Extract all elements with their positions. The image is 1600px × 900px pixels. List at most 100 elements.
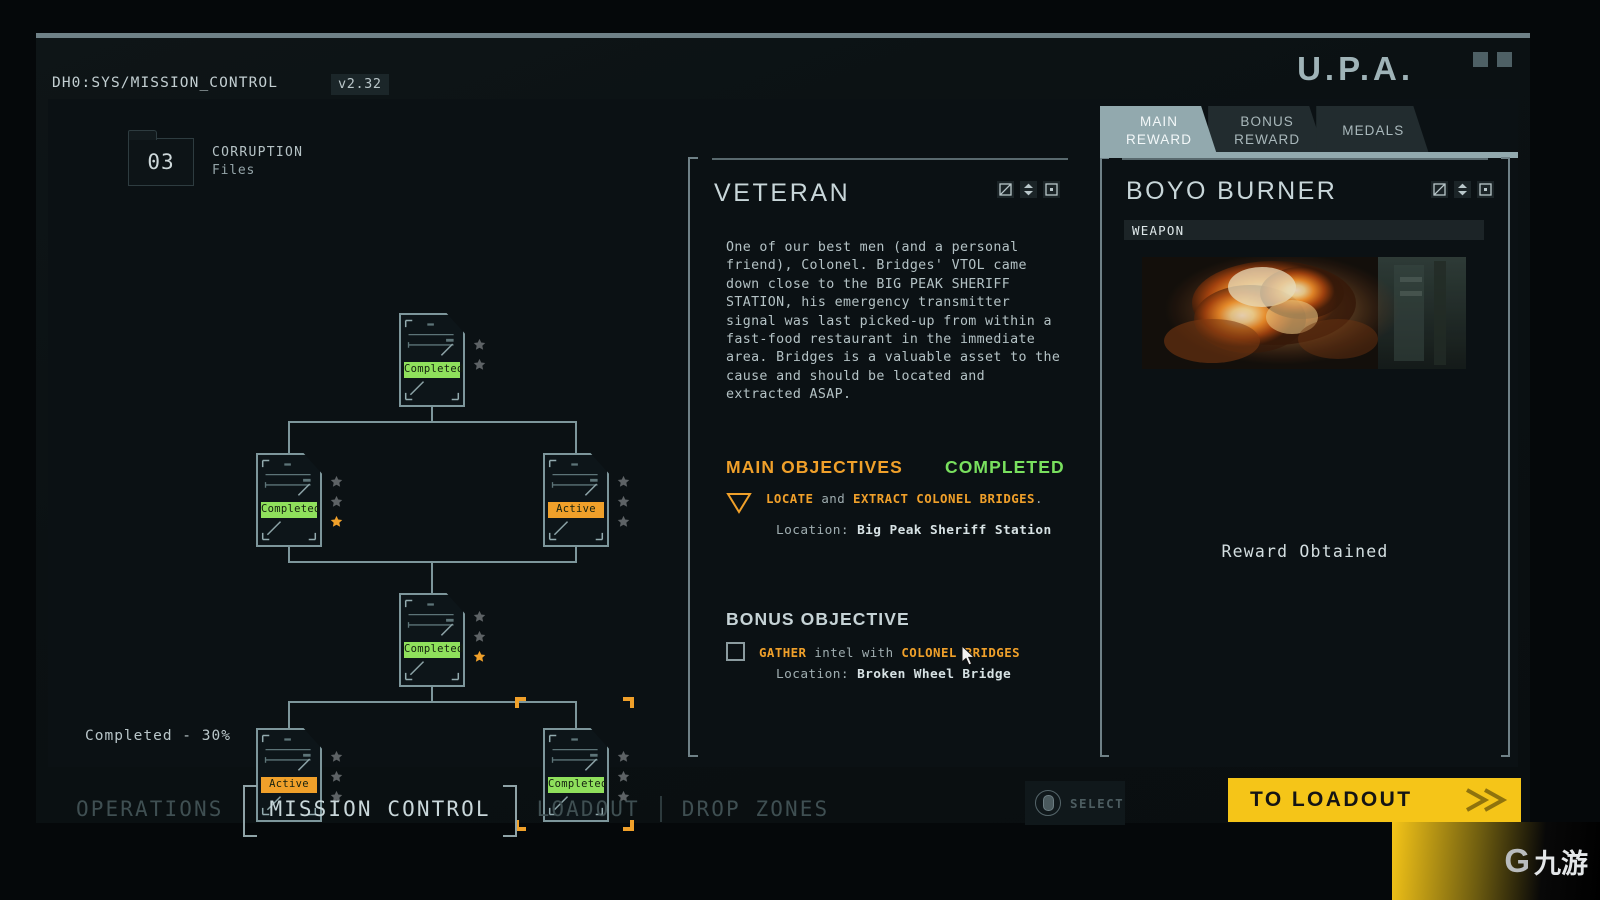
main-objective-location: Location: Big Peak Sheriff Station: [726, 523, 1071, 538]
node-star-rating-n1: [473, 338, 486, 371]
reward-bracket-right: [1501, 157, 1510, 757]
nav-item-drop-zones[interactable]: DROP ZONES: [662, 797, 849, 821]
expand-collapse-icon[interactable]: [1454, 181, 1471, 198]
node-detail-lines: [404, 599, 460, 681]
bonus-objective-block: BONUS OBJECTIVE GATHER intel with COLONE…: [726, 609, 1071, 682]
version-chip: v2.32: [331, 74, 389, 95]
node-star-rating-n2: [330, 475, 343, 528]
node-star-rating-n4: [473, 610, 486, 663]
mission-node-n3[interactable]: Active: [543, 453, 609, 547]
to-loadout-button[interactable]: TO LOADOUT: [1228, 778, 1521, 822]
tab-medals[interactable]: MEDALS: [1316, 106, 1430, 158]
tab-label-line1: BONUS: [1240, 114, 1294, 129]
node-detail-lines: [261, 459, 317, 541]
reward-panel: BOYO BURNER WEAPON Reward Obtained: [1100, 157, 1510, 757]
node-star-rating-n3: [617, 475, 630, 528]
star-icon: [617, 475, 630, 487]
no-signal-icon[interactable]: [1431, 181, 1448, 198]
node-detail-lines: [404, 319, 460, 401]
bonus-location-label: Location:: [776, 667, 849, 683]
node-status-badge: Completed: [404, 362, 463, 378]
nav-item-label: LOADOUT: [536, 797, 640, 821]
game-screen: DH0:SYS/MISSION_CONTROL v2.32 U.P.A. 03 …: [0, 0, 1600, 900]
checkbox-unchecked-icon[interactable]: [726, 642, 745, 661]
main-location-value: Big Peak Sheriff Station: [857, 523, 1052, 538]
nav-item-label: OPERATIONS: [76, 797, 224, 821]
reward-rule: [1122, 158, 1488, 160]
tab-label-line2: REWARD: [1126, 132, 1193, 148]
main-objectives-status: COMPLETED: [944, 457, 1065, 477]
expand-collapse-icon[interactable]: [1020, 181, 1037, 198]
star-icon: [473, 610, 486, 622]
dot-square-icon[interactable]: [1043, 181, 1060, 198]
tab-label-line2: REWARD: [1234, 132, 1301, 148]
upa-squares-icon: [1473, 52, 1512, 67]
star-icon: [330, 750, 343, 762]
mission-tree: 03 CORRUPTION Files Completed Completed Ac…: [60, 110, 680, 831]
briefing-body-text: One of our best men (and a personal frie…: [726, 240, 1061, 403]
bonus-objective-text: GATHER intel with COLONEL BRIDGES: [759, 643, 1020, 662]
select-hint-label: SELECT: [1070, 795, 1125, 811]
node-status-badge: Completed: [261, 502, 320, 518]
objective-text-part: LOCATE: [766, 491, 814, 506]
selection-corner-marker: [515, 693, 526, 708]
bottom-nav[interactable]: OPERATIONS MISSION CONTROL LOADOUT DROP ZON…: [56, 785, 849, 837]
nav-item-loadout[interactable]: LOADOUT: [517, 797, 660, 821]
main-objective-text: LOCATE and EXTRACT COLONEL BRIDGES.: [766, 489, 1043, 508]
briefing-panel: VETERAN One of our best men (and a perso…: [688, 157, 1070, 757]
reward-obtained-text: Reward Obtained: [1221, 542, 1389, 561]
objective-text-part: and: [813, 491, 854, 506]
dot-square-icon[interactable]: [1477, 181, 1494, 198]
tree-connectors: [288, 407, 577, 728]
star-icon: [330, 515, 343, 527]
mission-node-n4[interactable]: Completed: [399, 593, 465, 687]
watermark-text: 九游: [1534, 848, 1588, 880]
node-status-badge: Completed: [404, 642, 463, 658]
star-icon: [330, 495, 343, 507]
reward-title: BOYO BURNER: [1126, 177, 1338, 205]
tree-progress-label: Completed - 30%: [85, 728, 231, 744]
nav-item-operations[interactable]: OPERATIONS: [56, 797, 243, 821]
mouse-icon: [1035, 790, 1061, 816]
star-icon: [617, 515, 630, 527]
to-loadout-label: TO LOADOUT: [1250, 788, 1413, 811]
briefing-rule: [712, 158, 1068, 160]
bonus-location-value: Broken Wheel Bridge: [857, 667, 1012, 683]
objective-text-part: GATHER: [759, 645, 807, 660]
site-watermark: G 九游: [1392, 822, 1600, 900]
reward-tabs[interactable]: MAIN REWARD BONUS REWARD MEDALS: [1100, 106, 1420, 158]
system-path: DH0:SYS/MISSION_CONTROL: [52, 75, 279, 91]
nav-item-label: DROP ZONES: [681, 797, 830, 821]
star-icon: [473, 338, 486, 350]
bonus-objective-location: Location: Broken Wheel Bridge: [726, 667, 1071, 682]
selection-corner-marker: [623, 693, 634, 708]
tab-bonus-reward[interactable]: BONUS REWARD: [1208, 106, 1326, 158]
node-status-badge: Active: [548, 502, 604, 518]
select-hint[interactable]: SELECT: [1025, 781, 1125, 825]
star-icon: [473, 630, 486, 642]
watermark-mark: G: [1504, 842, 1530, 879]
tab-label-line1: MEDALS: [1342, 123, 1405, 138]
star-icon: [473, 358, 486, 370]
mission-node-n1[interactable]: Completed: [399, 313, 465, 407]
reward-bracket-left: [1100, 157, 1109, 757]
objective-text-part: .: [1034, 491, 1043, 506]
main-objectives-block: MAIN OBJECTIVES COMPLETED LOCATE and EXT…: [726, 457, 1071, 538]
nav-item-label: MISSION CONTROL: [269, 797, 491, 821]
tab-main-reward[interactable]: MAIN REWARD: [1100, 106, 1218, 158]
nav-item-mission-control[interactable]: MISSION CONTROL: [243, 785, 517, 837]
mouse-cursor: [961, 644, 976, 666]
objective-text-part: COLONEL BRIDGES: [901, 645, 1021, 660]
reward-header-icons: [1431, 181, 1494, 198]
bonus-objective-heading: BONUS OBJECTIVE: [726, 609, 910, 629]
briefing-bracket: [688, 157, 698, 757]
main-objectives-heading: MAIN OBJECTIVES: [726, 457, 903, 477]
objective-text-part: EXTRACT COLONEL BRIDGES: [853, 491, 1035, 506]
tab-label-line1: MAIN: [1139, 114, 1179, 129]
star-icon: [473, 650, 486, 662]
star-icon: [617, 495, 630, 507]
double-chevron-right-icon: [1463, 784, 1509, 816]
mission-node-n2[interactable]: Completed: [256, 453, 322, 547]
objective-text-part: intel with: [806, 645, 902, 660]
no-signal-icon[interactable]: [997, 181, 1014, 198]
